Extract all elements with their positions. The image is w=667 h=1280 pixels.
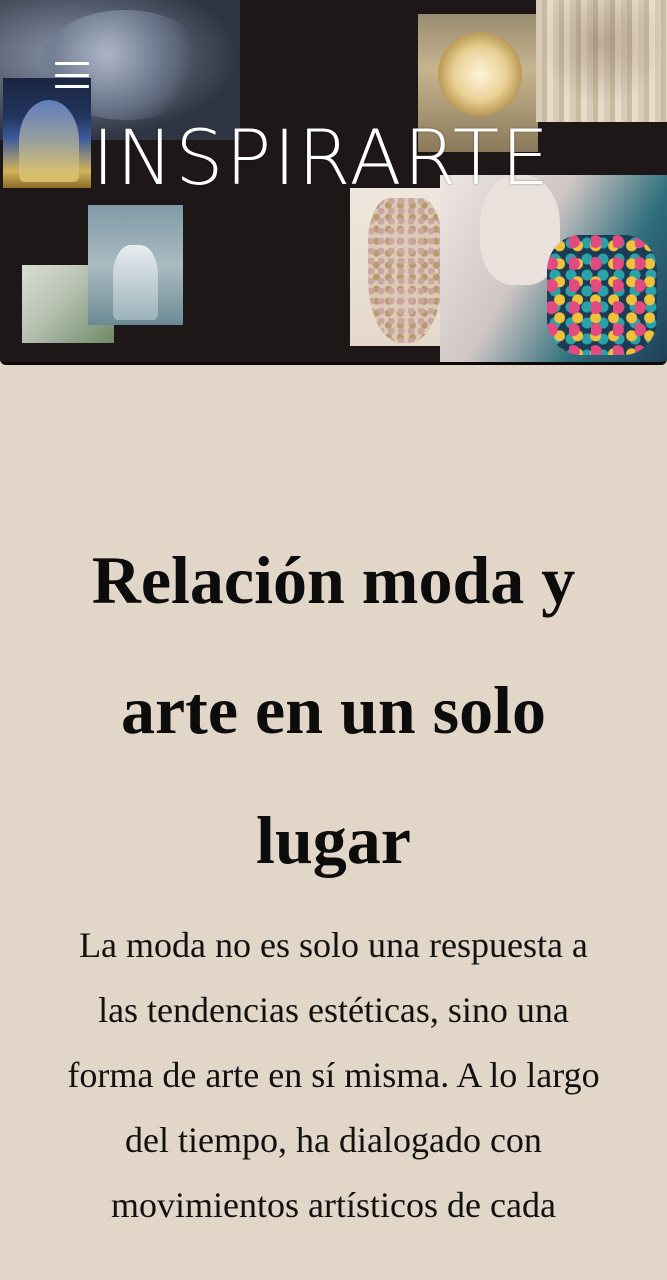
menu-line [55, 73, 89, 77]
hero-banner: INSPIRARTE [0, 0, 667, 365]
embroidered-dress-photo [536, 0, 667, 122]
menu-line [55, 62, 89, 65]
site-logo[interactable]: INSPIRARTE [92, 118, 612, 198]
jeweled-portrait-photo [440, 175, 667, 362]
page-heading: Relación moda y arte en un solo lugar [91, 542, 576, 878]
white-feathered-gown-photo [88, 205, 183, 325]
hamburger-menu-icon[interactable] [55, 60, 91, 90]
illuminated-ballgown-photo [3, 78, 91, 188]
intro-paragraph: La moda no es solo una respuesta a las t… [67, 925, 600, 1225]
menu-line [55, 85, 89, 88]
